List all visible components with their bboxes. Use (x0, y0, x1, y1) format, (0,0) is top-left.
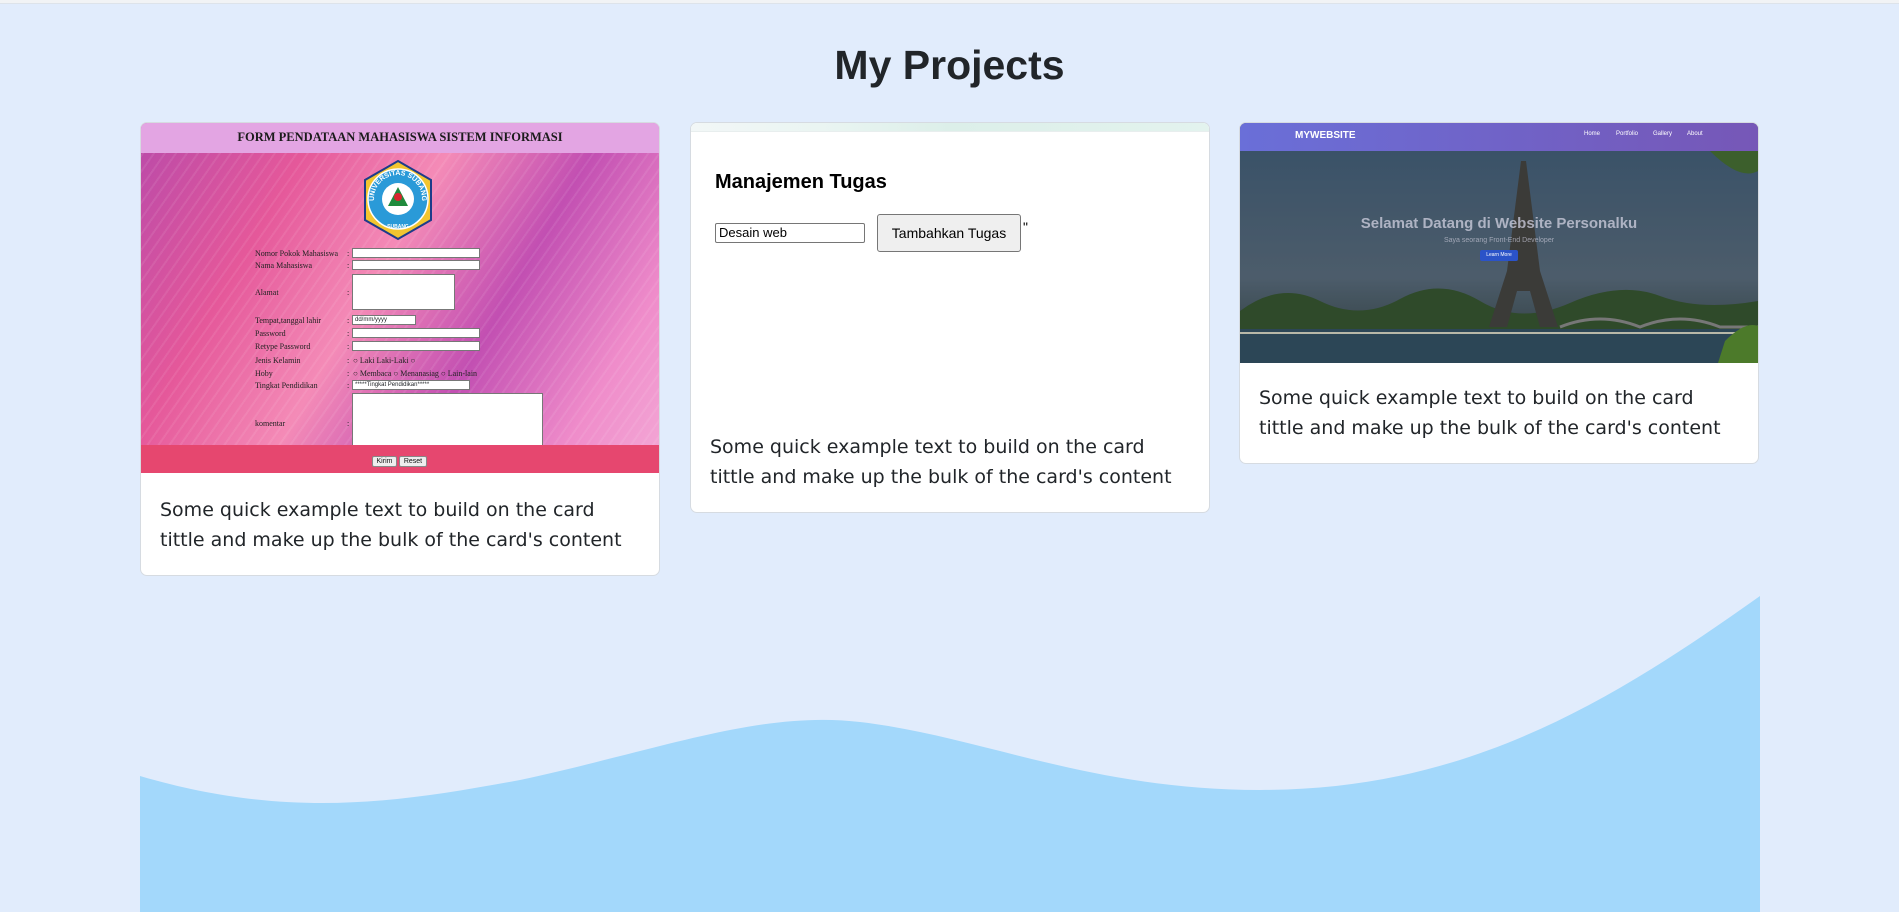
kirim-button[interactable]: Kirim (372, 456, 397, 467)
nama-input[interactable] (352, 260, 480, 270)
comment-textarea[interactable] (352, 393, 543, 453)
card-text: Some quick example text to build on the … (160, 499, 622, 551)
svg-text:SUBANG: SUBANG (387, 224, 409, 230)
alamat-textarea[interactable] (352, 274, 455, 310)
date-input[interactable]: dd/mm/yyyy (352, 315, 416, 325)
project-screenshot-website: MYWEBSITE Home Portfolio Gallery About S… (1240, 123, 1758, 363)
retype-input[interactable] (352, 341, 480, 351)
learn-more-button[interactable]: Learn More (1480, 250, 1518, 261)
university-logo-icon: UNIVERSITAS SUBANG SUBANG (364, 159, 432, 241)
section-title: My Projects (834, 42, 1065, 88)
stray-quote: " (1023, 219, 1028, 235)
label-gender: Jenis Kelamin (255, 356, 301, 365)
hobby-options[interactable]: ○ Membaca ○ Menanasiag ○ Lain-lain (353, 369, 477, 378)
label-retype: Retype Password (255, 342, 311, 351)
gender-options[interactable]: ○ Laki Laki-Laki ○ (353, 356, 415, 365)
label-ttl: Tempat,tanggal lahir (255, 316, 322, 325)
project-screenshot-todo: Manajemen Tugas Desain web Tambahkan Tug… (691, 123, 1209, 413)
label-npm: Nomor Pokok Mahasiswa (255, 249, 339, 258)
hero-subtitle: Saya seorang Front-End Developer (1443, 237, 1555, 244)
label-comment: komentar (255, 419, 286, 428)
form-header: FORM PENDATAAN MAHASISWA SISTEM INFORMAS… (237, 130, 563, 144)
edu-select[interactable]: *****Tingkat Pendidikan***** (352, 380, 470, 390)
label-hobby: Hoby (255, 369, 273, 378)
nav-gallery[interactable]: Gallery (1653, 131, 1672, 137)
label-edu: Tingkat Pendidikan (255, 381, 318, 390)
top-divider (0, 0, 1899, 4)
project-card-2[interactable]: Manajemen Tugas Desain web Tambahkan Tug… (690, 122, 1210, 513)
card-text: Some quick example text to build on the … (1259, 387, 1721, 439)
hero-title: Selamat Datang di Website Personalku (1360, 215, 1638, 232)
project-screenshot-form: FORM PENDATAAN MAHASISWA SISTEM INFORMAS… (141, 123, 659, 473)
decorative-wave (140, 596, 1760, 912)
password-input[interactable] (352, 328, 480, 338)
todo-title: Manajemen Tugas (715, 171, 887, 193)
label-nama: Nama Mahasiswa (255, 261, 313, 270)
card-text: Some quick example text to build on the … (710, 436, 1172, 488)
reset-button[interactable]: Reset (399, 456, 427, 467)
project-card-1[interactable]: FORM PENDATAAN MAHASISWA SISTEM INFORMAS… (140, 122, 660, 576)
nav-portfolio[interactable]: Portfolio (1616, 131, 1638, 137)
label-alamat: Alamat (255, 288, 279, 297)
brand-logo: MYWEBSITE (1295, 130, 1356, 141)
label-password: Password (255, 329, 286, 338)
npm-input[interactable] (352, 248, 480, 258)
task-input[interactable]: Desain web (715, 223, 865, 243)
project-card-3[interactable]: MYWEBSITE Home Portfolio Gallery About S… (1239, 122, 1759, 464)
nav-home[interactable]: Home (1584, 131, 1600, 137)
add-task-button[interactable]: Tambahkan Tugas (877, 214, 1021, 252)
nav-about[interactable]: About (1687, 131, 1703, 137)
